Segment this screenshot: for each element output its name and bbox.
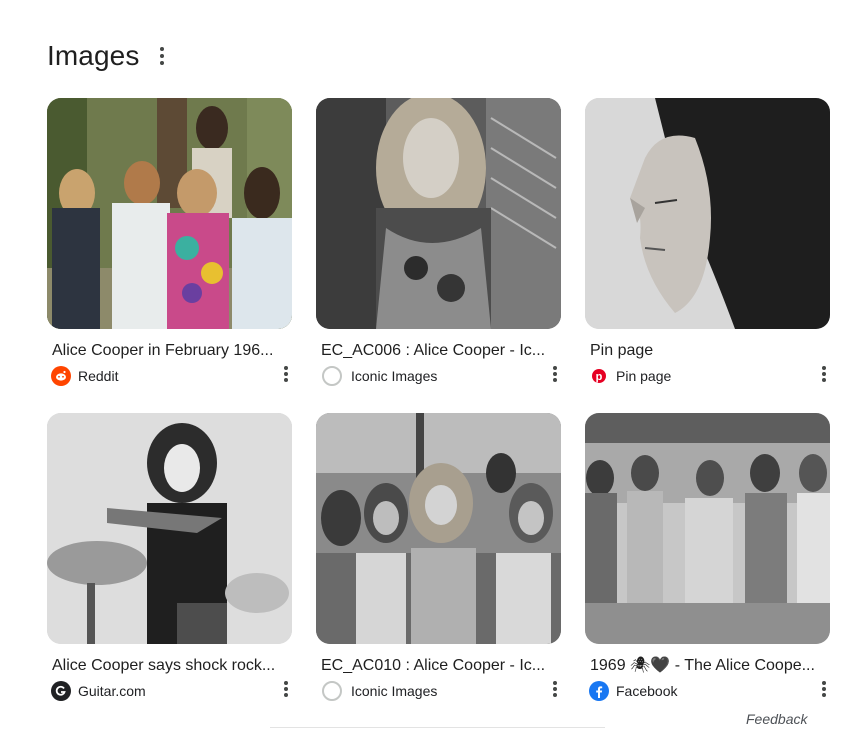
source-name: Iconic Images [351,368,438,384]
image-result-card[interactable]: EC_AC010 : Alice Cooper - Ic... Iconic I… [316,413,561,728]
bw-group-photo [316,413,561,644]
result-source[interactable]: Reddit [51,366,292,386]
bw-profile-photo [585,98,830,329]
images-header: Images [47,40,167,72]
more-options-icon[interactable] [819,365,829,383]
bw-outdoor-group-photo [585,413,830,644]
more-options-icon[interactable] [281,365,291,383]
source-name: Iconic Images [351,683,438,699]
result-thumbnail[interactable] [585,98,830,329]
result-thumbnail[interactable] [47,413,292,644]
image-result-card[interactable]: Pin page p Pin page [585,98,830,413]
result-thumbnail[interactable] [585,413,830,644]
result-source[interactable]: Facebook [589,681,830,701]
result-caption[interactable]: Alice Cooper says shock rock... [52,656,284,676]
divider [270,727,605,728]
feedback-link[interactable]: Feedback [746,711,807,727]
iconic-images-icon [322,366,342,386]
facebook-icon [589,681,609,701]
image-result-card[interactable]: Alice Cooper in February 196... Reddit [47,98,292,413]
source-name: Guitar.com [78,683,146,699]
result-caption[interactable]: EC_AC006 : Alice Cooper - Ic... [321,341,553,361]
section-title: Images [47,40,140,71]
svg-text:p: p [596,371,603,383]
result-thumbnail[interactable] [47,98,292,329]
result-source[interactable]: p Pin page [589,366,830,386]
image-result-card[interactable]: Alice Cooper says shock rock... Guitar.c… [47,413,292,728]
more-options-icon[interactable] [157,45,167,67]
result-caption[interactable]: 1969 🕷🖤 - The Alice Coope... [590,656,822,676]
image-results-grid: Alice Cooper in February 196... Reddit E… [47,98,830,728]
reddit-icon [51,366,71,386]
more-options-icon[interactable] [819,680,829,698]
more-options-icon[interactable] [281,680,291,698]
iconic-images-icon [322,681,342,701]
result-source[interactable]: Iconic Images [320,681,561,701]
result-caption[interactable]: EC_AC010 : Alice Cooper - Ic... [321,656,553,676]
more-options-icon[interactable] [550,680,560,698]
guitar-com-icon [51,681,71,701]
source-name: Facebook [616,683,678,699]
source-name: Reddit [78,368,119,384]
result-source[interactable]: Iconic Images [320,366,561,386]
image-result-card[interactable]: EC_AC006 : Alice Cooper - Ic... Iconic I… [316,98,561,413]
result-caption[interactable]: Pin page [590,341,822,361]
bw-portrait-photo [316,98,561,329]
result-thumbnail[interactable] [316,413,561,644]
more-options-icon[interactable] [550,365,560,383]
image-result-card[interactable]: 1969 🕷🖤 - The Alice Coope... Facebook [585,413,830,728]
result-caption[interactable]: Alice Cooper in February 196... [52,341,284,361]
bw-stage-photo [47,413,292,644]
pinterest-icon: p [589,366,609,386]
source-name: Pin page [616,368,672,384]
result-source[interactable]: Guitar.com [51,681,292,701]
result-thumbnail[interactable] [316,98,561,329]
band-color-photo [47,98,292,329]
